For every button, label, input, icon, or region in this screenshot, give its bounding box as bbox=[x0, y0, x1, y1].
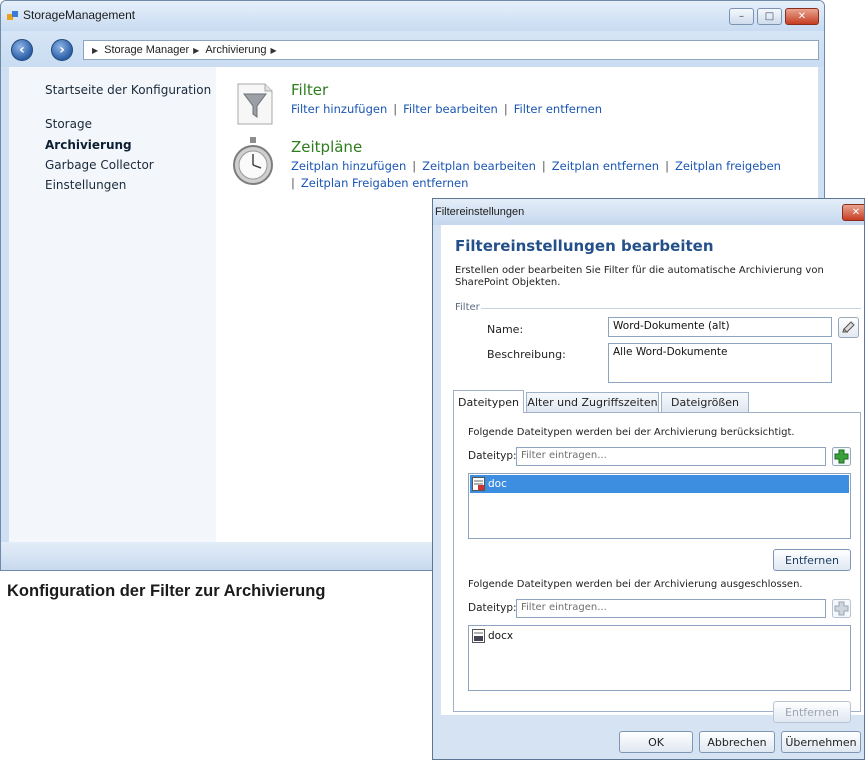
schedules-section-title: Zeitpläne bbox=[291, 138, 363, 156]
add-included-type-button[interactable] bbox=[832, 447, 851, 466]
breadcrumb-separator-icon[interactable]: ▶ bbox=[270, 46, 276, 55]
cancel-button[interactable]: Abbrechen bbox=[699, 731, 775, 753]
stopwatch-icon bbox=[233, 137, 273, 185]
edit-filter-link[interactable]: Filter bearbeiten bbox=[403, 102, 498, 116]
add-filter-link[interactable]: Filter hinzufügen bbox=[291, 102, 387, 116]
list-item[interactable]: doc bbox=[470, 475, 849, 493]
close-button[interactable]: ✕ bbox=[785, 8, 819, 25]
remove-filter-link[interactable]: Filter entfernen bbox=[514, 102, 602, 116]
dialog-close-button[interactable]: ✕ bbox=[842, 204, 864, 221]
breadcrumb[interactable]: ▶ Storage Manager ▶ Archivierung ▶ bbox=[83, 40, 819, 60]
remove-included-button[interactable]: Entfernen bbox=[773, 549, 851, 571]
window-title: StorageManagement bbox=[23, 8, 136, 22]
document-icon bbox=[472, 477, 485, 491]
name-label: Name: bbox=[487, 323, 524, 336]
maximize-button[interactable]: □ bbox=[757, 8, 782, 25]
included-type-label: Dateityp: bbox=[468, 450, 517, 462]
excluded-type-label: Dateityp: bbox=[468, 602, 517, 614]
tab-dateigroessen[interactable]: Dateigrößen bbox=[661, 392, 749, 412]
filter-settings-dialog: Filtereinstellungen ✕ Filtereinstellunge… bbox=[432, 198, 865, 760]
dialog-title: Filtereinstellungen bbox=[435, 206, 525, 218]
list-item[interactable]: docx bbox=[470, 627, 849, 645]
filter-section-title: Filter bbox=[291, 81, 329, 99]
dialog-body: Filtereinstellungen bearbeiten Erstellen… bbox=[441, 225, 864, 723]
description-label: Beschreibung: bbox=[487, 348, 566, 361]
sidebar-item-storage[interactable]: Storage bbox=[45, 117, 92, 131]
title-bar: StorageManagement – □ ✕ bbox=[1, 1, 824, 31]
group-divider bbox=[481, 308, 861, 309]
breadcrumb-item-storage-manager[interactable]: Storage Manager bbox=[104, 44, 189, 56]
sidebar-item-einstellungen[interactable]: Einstellungen bbox=[45, 178, 126, 192]
filter-group-label: Filter bbox=[455, 302, 480, 313]
apply-button[interactable]: Übernehmen bbox=[781, 731, 861, 753]
excluded-type-input[interactable]: Filter eintragen... bbox=[516, 599, 826, 618]
app-icon bbox=[7, 11, 18, 20]
description-field[interactable]: Alle Word-Dokumente bbox=[608, 343, 832, 383]
remove-schedule-link[interactable]: Zeitplan entfernen bbox=[552, 159, 659, 173]
edit-name-button[interactable] bbox=[838, 317, 859, 338]
included-types-text: Folgende Dateitypen werden bei der Archi… bbox=[468, 427, 795, 438]
sidebar-item-archivierung[interactable]: Archivierung bbox=[45, 138, 132, 152]
breadcrumb-item-archivierung[interactable]: Archivierung bbox=[205, 44, 266, 56]
excluded-types-list: docx bbox=[468, 625, 851, 691]
minimize-button[interactable]: – bbox=[729, 8, 754, 25]
included-type-input[interactable]: Filter eintragen... bbox=[516, 447, 826, 466]
pencil-icon bbox=[842, 321, 855, 333]
tab-alter-und-zugriffszeiten[interactable]: Alter und Zugriffszeiten bbox=[526, 392, 659, 412]
breadcrumb-separator-icon: ▶ bbox=[193, 45, 200, 55]
edit-schedule-link[interactable]: Zeitplan bearbeiten bbox=[422, 159, 536, 173]
release-schedule-link[interactable]: Zeitplan freigeben bbox=[675, 159, 781, 173]
add-excluded-type-button[interactable] bbox=[832, 599, 851, 618]
sidebar-item-home[interactable]: Startseite der Konfiguration bbox=[45, 83, 211, 97]
forward-button[interactable]: › bbox=[51, 39, 73, 61]
document-icon bbox=[472, 629, 485, 643]
tab-panel-dateitypen: Folgende Dateitypen werden bei der Archi… bbox=[453, 412, 861, 723]
dialog-heading: Filtereinstellungen bearbeiten bbox=[455, 237, 714, 255]
list-item-label: docx bbox=[488, 630, 514, 642]
add-schedule-link[interactable]: Zeitplan hinzufügen bbox=[291, 159, 406, 173]
list-item-label: doc bbox=[488, 478, 507, 490]
arrow-right-icon: › bbox=[59, 42, 65, 58]
funnel-icon bbox=[237, 83, 273, 125]
navigation-bar: ‹ › ▶ Storage Manager ▶ Archivierung ▶ bbox=[1, 31, 824, 67]
dialog-title-bar: Filtereinstellungen ✕ bbox=[433, 199, 864, 225]
back-button[interactable]: ‹ bbox=[11, 39, 33, 61]
remove-schedule-releases-link[interactable]: Zeitplan Freigaben entfernen bbox=[301, 176, 469, 190]
excluded-types-text: Folgende Dateitypen werden bei der Archi… bbox=[468, 579, 803, 590]
dialog-description: Erstellen oder bearbeiten Sie Filter für… bbox=[455, 265, 824, 288]
arrow-left-icon: ‹ bbox=[19, 42, 25, 58]
ok-button[interactable]: OK bbox=[619, 731, 693, 753]
figure-caption: Konfiguration der Filter zur Archivierun… bbox=[7, 582, 326, 600]
name-field[interactable]: Word-Dokumente (alt) bbox=[608, 317, 832, 337]
sidebar-item-garbage-collector[interactable]: Garbage Collector bbox=[45, 158, 154, 172]
remove-excluded-button[interactable]: Entfernen bbox=[773, 701, 851, 723]
tab-dateitypen[interactable]: Dateitypen bbox=[453, 390, 524, 413]
sidebar: Startseite der Konfiguration Storage Arc… bbox=[9, 67, 216, 542]
filter-links: Filter hinzufügen | Filter bearbeiten | Filt… bbox=[291, 102, 603, 116]
included-types-list: doc bbox=[468, 473, 851, 539]
schedule-links: Zeitplan hinzufügen | Zeitplan bearbeiten |… bbox=[291, 159, 781, 190]
breadcrumb-separator-icon: ▶ bbox=[92, 45, 99, 55]
